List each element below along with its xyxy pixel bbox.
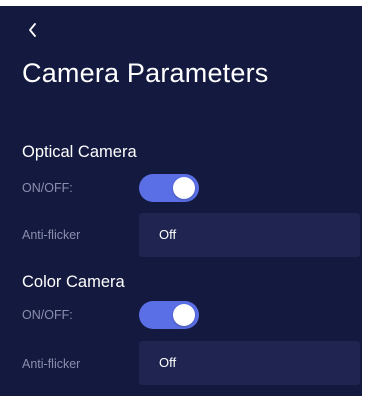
color-antiflicker-label: Anti-flicker	[22, 357, 81, 371]
color-onoff-label: ON/OFF:	[22, 308, 73, 322]
toggle-knob	[173, 177, 195, 199]
color-antiflicker-select[interactable]: Off	[139, 341, 360, 385]
optical-antiflicker-value: Off	[159, 227, 177, 242]
optical-onoff-label: ON/OFF:	[22, 181, 73, 195]
camera-parameters-screen: Camera Parameters Optical Camera ON/OFF:…	[0, 6, 362, 396]
color-antiflicker-value: Off	[159, 355, 177, 370]
section-title-optical-camera: Optical Camera	[22, 143, 137, 161]
page-title: Camera Parameters	[22, 58, 269, 88]
color-camera-toggle[interactable]	[139, 301, 199, 329]
section-title-color-camera: Color Camera	[22, 273, 125, 291]
optical-camera-toggle[interactable]	[139, 174, 199, 202]
optical-antiflicker-label: Anti-flicker	[22, 228, 81, 242]
optical-antiflicker-select[interactable]: Off	[139, 213, 360, 257]
back-button[interactable]	[20, 16, 48, 44]
toggle-knob	[173, 304, 195, 326]
chevron-left-icon	[20, 16, 48, 44]
